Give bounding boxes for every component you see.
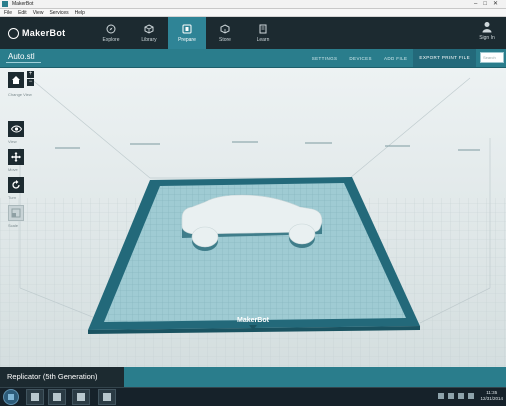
taskbar-app-files[interactable]	[48, 389, 66, 405]
window-titlebar: MakerBot –□✕	[0, 0, 506, 9]
move-arrows-icon	[11, 152, 21, 162]
menu-services[interactable]: Services	[49, 10, 68, 16]
printer-icon	[182, 24, 192, 33]
browser-icon	[77, 393, 85, 401]
clock-date: 12/31/2014	[480, 396, 503, 401]
turn-tool-label: Turn	[8, 195, 17, 200]
action-tabs: SETTINGS DEVICES ADD FILE EXPORT PRINT F…	[306, 49, 476, 67]
taskbar-app-makerbot[interactable]	[98, 389, 116, 405]
search-input[interactable]: Search	[480, 52, 504, 63]
folder-icon	[31, 393, 39, 401]
start-button[interactable]	[3, 389, 19, 405]
taskbar-app-explorer[interactable]	[26, 389, 44, 405]
makerbot-mark-icon	[8, 27, 19, 39]
top-nav: MakerBot Explore Library Prepare Store L…	[0, 17, 506, 49]
turn-tool-button[interactable]	[8, 177, 24, 193]
document-icon	[53, 393, 61, 401]
tab-learn[interactable]: Learn	[244, 17, 282, 49]
tab-prepare-label: Prepare	[178, 36, 196, 43]
move-tool-button[interactable]	[8, 149, 24, 165]
menu-view[interactable]: View	[33, 10, 44, 16]
flag-icon[interactable]	[458, 393, 464, 399]
file-bar: Auto.stl SETTINGS DEVICES ADD FILE EXPOR…	[0, 49, 506, 68]
zoom-in-button[interactable]: +	[27, 71, 34, 78]
zoom-controls: + −	[27, 71, 34, 87]
move-tool-label: Move	[8, 167, 18, 172]
build-viewport[interactable]: MakerBot	[0, 68, 506, 367]
zoom-out-button[interactable]: −	[27, 79, 34, 86]
system-tray	[438, 393, 474, 399]
menu-bar: File Edit View Services Help	[0, 9, 506, 17]
printer-selector[interactable]: Replicator (5th Generation)	[0, 367, 124, 387]
view-tool-button[interactable]	[8, 121, 24, 137]
tab-settings[interactable]: SETTINGS	[306, 56, 344, 61]
brand-wordmark: MakerBot	[22, 28, 66, 38]
makerbot-app-icon	[103, 393, 111, 401]
scale-icon	[11, 208, 21, 218]
tab-store-label: Store	[219, 36, 231, 43]
cube-stack-icon	[144, 23, 154, 34]
menu-file[interactable]: File	[4, 10, 12, 16]
tab-export-print-file[interactable]: EXPORT PRINT FILE	[413, 49, 476, 67]
sign-in-button[interactable]: Sign In	[476, 21, 498, 45]
store-cube-icon	[220, 23, 230, 34]
menu-edit[interactable]: Edit	[18, 10, 27, 16]
tab-learn-label: Learn	[256, 36, 270, 43]
home-icon	[12, 76, 20, 84]
compass-icon	[106, 24, 116, 33]
tab-library[interactable]: Library	[130, 17, 168, 49]
tab-explore[interactable]: Explore	[92, 17, 130, 49]
sign-in-label: Sign In	[479, 35, 495, 41]
minimize-button[interactable]: –	[474, 1, 483, 7]
nav-tabs: Explore Library Prepare Store Learn	[92, 17, 282, 49]
window-title: MakerBot	[12, 1, 34, 7]
tab-explore-label: Explore	[102, 36, 120, 43]
file-name[interactable]: Auto.stl	[6, 52, 41, 63]
plate-brand: MakerBot	[237, 317, 270, 324]
eye-icon	[10, 125, 22, 133]
taskbar-clock[interactable]: 11:35 12/31/2014	[480, 390, 503, 402]
makerbot-logo[interactable]: MakerBot	[8, 26, 65, 40]
network-icon[interactable]	[438, 393, 444, 399]
os-taskbar: 11:35 12/31/2014	[0, 387, 506, 406]
user-icon	[482, 22, 492, 33]
tab-devices[interactable]: DEVICES	[343, 56, 378, 61]
battery-icon[interactable]	[468, 393, 474, 399]
scale-tool-button[interactable]	[8, 205, 24, 221]
tab-add-file[interactable]: ADD FILE	[378, 56, 413, 61]
taskbar-app-browser[interactable]	[72, 389, 90, 405]
window-controls[interactable]: –□✕	[474, 0, 504, 8]
app-icon	[2, 1, 8, 7]
close-button[interactable]: ✕	[493, 1, 504, 7]
rotate-icon	[12, 180, 20, 189]
printer-bar: Replicator (5th Generation)	[0, 367, 506, 387]
view-tool-label: View	[8, 139, 17, 144]
tab-library-label: Library	[141, 36, 157, 43]
maximize-button[interactable]: □	[483, 1, 493, 7]
volume-icon[interactable]	[448, 393, 454, 399]
home-view-button[interactable]	[8, 72, 24, 88]
tab-prepare[interactable]: Prepare	[168, 17, 206, 49]
book-icon	[259, 24, 267, 33]
build-scene: MakerBot	[0, 68, 506, 367]
tab-store[interactable]: Store	[206, 17, 244, 49]
menu-help[interactable]: Help	[75, 10, 85, 16]
scale-tool-label: Scale	[8, 223, 19, 228]
change-view-label: Change View	[8, 92, 32, 97]
